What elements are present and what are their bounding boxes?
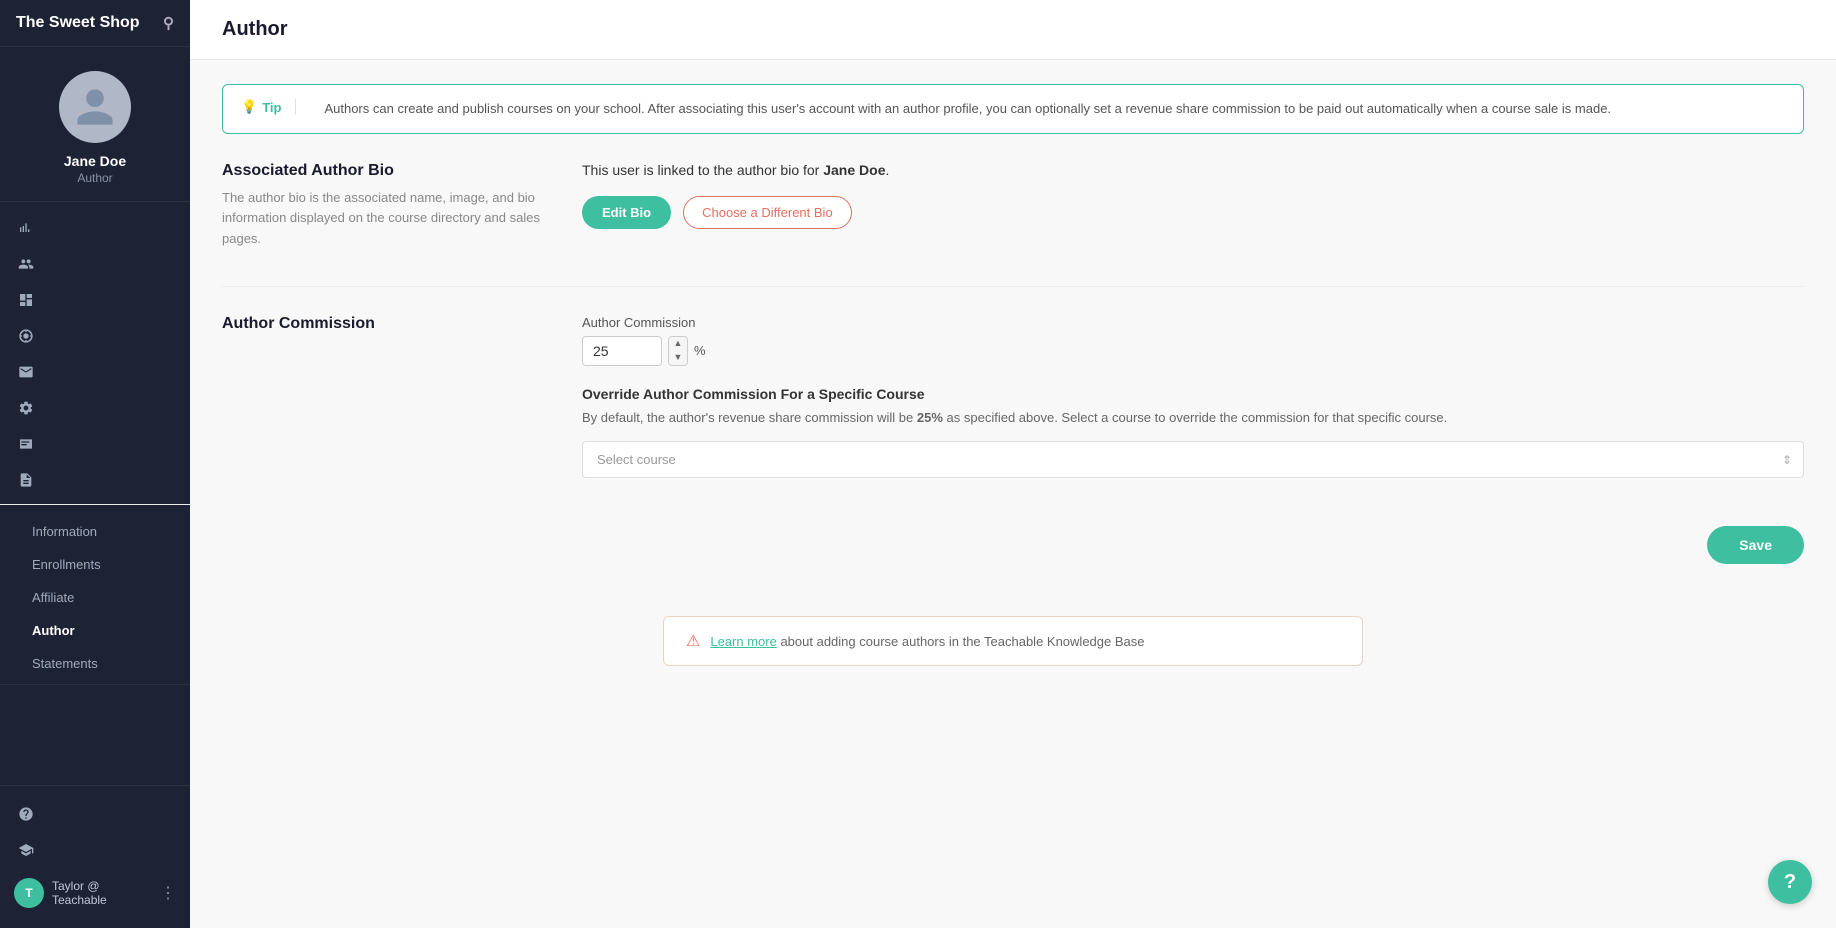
user-avatar-small: T: [14, 878, 44, 908]
bio-linked-text: This user is linked to the author bio fo…: [582, 162, 1804, 178]
help-fab-button[interactable]: ?: [1768, 860, 1812, 904]
sidebar-item-statements[interactable]: Statements: [0, 647, 190, 680]
commission-section-left: Author Commission: [222, 315, 542, 479]
commission-section-right: Author Commission ▲ ▼ % Override Author …: [582, 315, 1804, 479]
chart-icon: [18, 220, 34, 236]
sidebar-item-revenue[interactable]: [0, 318, 190, 354]
warning-icon: ⚠: [686, 631, 700, 651]
main-content-area: Author 💡 Tip Authors can create and publ…: [190, 0, 1836, 928]
course-select[interactable]: Select course: [582, 441, 1804, 478]
commission-section-title: Author Commission: [222, 315, 542, 333]
commission-section: Author Commission Author Commission ▲ ▼ …: [222, 315, 1804, 479]
stepper-down-button[interactable]: ▼: [669, 351, 687, 365]
sidebar-item-users[interactable]: [0, 246, 190, 282]
bio-section-title: Associated Author Bio: [222, 162, 542, 180]
sidebar-item-affiliate[interactable]: Affiliate: [0, 581, 190, 614]
lightbulb-icon: 💡: [241, 99, 257, 115]
commission-percent-label: %: [694, 343, 706, 358]
avatar: [59, 71, 131, 143]
course-select-wrapper: Select course ⇕: [582, 441, 1804, 478]
sidebar-item-analytics[interactable]: [0, 210, 190, 246]
commission-label: Author Commission: [582, 315, 1804, 330]
edit-bio-button[interactable]: Edit Bio: [582, 196, 671, 229]
main-header: Author: [190, 0, 1836, 60]
stepper-up-button[interactable]: ▲: [669, 337, 687, 351]
bio-section-left: Associated Author Bio The author bio is …: [222, 162, 542, 250]
statements-icon: [18, 472, 34, 488]
sidebar-nav: Information Enrollments Affiliate Author…: [0, 202, 190, 785]
commission-stepper: ▲ ▼: [668, 336, 688, 366]
sidebar-item-dashboard[interactable]: [0, 282, 190, 318]
user-footer-menu-icon[interactable]: ⋮: [160, 883, 176, 903]
bio-section-desc: The author bio is the associated name, i…: [222, 188, 542, 250]
courses-icon: [18, 436, 34, 452]
commission-input-row: ▲ ▼ %: [582, 336, 1804, 366]
sidebar-item-settings[interactable]: [0, 390, 190, 426]
main-content: 💡 Tip Authors can create and publish cou…: [190, 60, 1836, 928]
sidebar-item-information[interactable]: Information: [0, 515, 190, 548]
school-name: The Sweet Shop: [16, 14, 140, 32]
choose-bio-button[interactable]: Choose a Different Bio: [683, 196, 852, 229]
graduate-icon: [18, 842, 34, 858]
tip-text: Authors can create and publish courses o…: [310, 99, 1611, 119]
dollar-icon: [18, 328, 34, 344]
footer-username: Taylor @ Teachable: [52, 879, 152, 907]
search-icon[interactable]: ⚲: [163, 14, 174, 32]
settings-icon: [18, 400, 34, 416]
override-bold-percent: 25%: [917, 410, 943, 425]
override-desc: By default, the author's revenue share c…: [582, 408, 1804, 428]
user-display-name: Jane Doe: [64, 153, 126, 169]
bio-author-name: Jane Doe: [823, 162, 885, 178]
save-button[interactable]: Save: [1707, 526, 1804, 564]
help-icon: [18, 806, 34, 822]
sidebar-item-enrollments[interactable]: Enrollments: [0, 548, 190, 581]
bio-section-right: This user is linked to the author bio fo…: [582, 162, 1804, 250]
sidebar-avatar-section: Jane Doe Author: [0, 47, 190, 202]
sidebar-item-help[interactable]: [0, 796, 190, 832]
dashboard-icon: [18, 292, 34, 308]
person-icon: [73, 85, 117, 129]
sidebar-header: The Sweet Shop ⚲: [0, 0, 190, 47]
sidebar-item-statements-icon[interactable]: [0, 462, 190, 498]
sidebar-bottom: T Taylor @ Teachable ⋮: [0, 785, 190, 928]
bio-actions: Edit Bio Choose a Different Bio: [582, 196, 1804, 229]
user-display-role: Author: [77, 171, 112, 185]
save-row: Save: [222, 514, 1804, 576]
learn-more-link[interactable]: Learn more: [710, 634, 776, 649]
page-title: Author: [222, 18, 288, 40]
mail-icon: [18, 364, 34, 380]
sidebar-submenu: Information Enrollments Affiliate Author…: [0, 511, 190, 685]
tip-banner: 💡 Tip Authors can create and publish cou…: [222, 84, 1804, 134]
associated-bio-section: Associated Author Bio The author bio is …: [222, 162, 1804, 250]
sidebar: The Sweet Shop ⚲ Jane Doe Author: [0, 0, 190, 928]
section-divider: [222, 286, 1804, 287]
sidebar-item-courses[interactable]: [0, 426, 190, 462]
sidebar-user-footer[interactable]: T Taylor @ Teachable ⋮: [0, 868, 190, 918]
override-title: Override Author Commission For a Specifi…: [582, 386, 1804, 402]
users-icon: [18, 256, 34, 272]
bottom-banner: ⚠ Learn more about adding course authors…: [663, 616, 1363, 666]
sidebar-item-author[interactable]: Author: [0, 614, 190, 647]
tip-label: 💡 Tip: [241, 99, 296, 115]
sidebar-item-mail[interactable]: [0, 354, 190, 390]
bottom-banner-text: Learn more about adding course authors i…: [710, 634, 1144, 649]
commission-input[interactable]: [582, 336, 662, 366]
sidebar-item-graduate[interactable]: [0, 832, 190, 868]
